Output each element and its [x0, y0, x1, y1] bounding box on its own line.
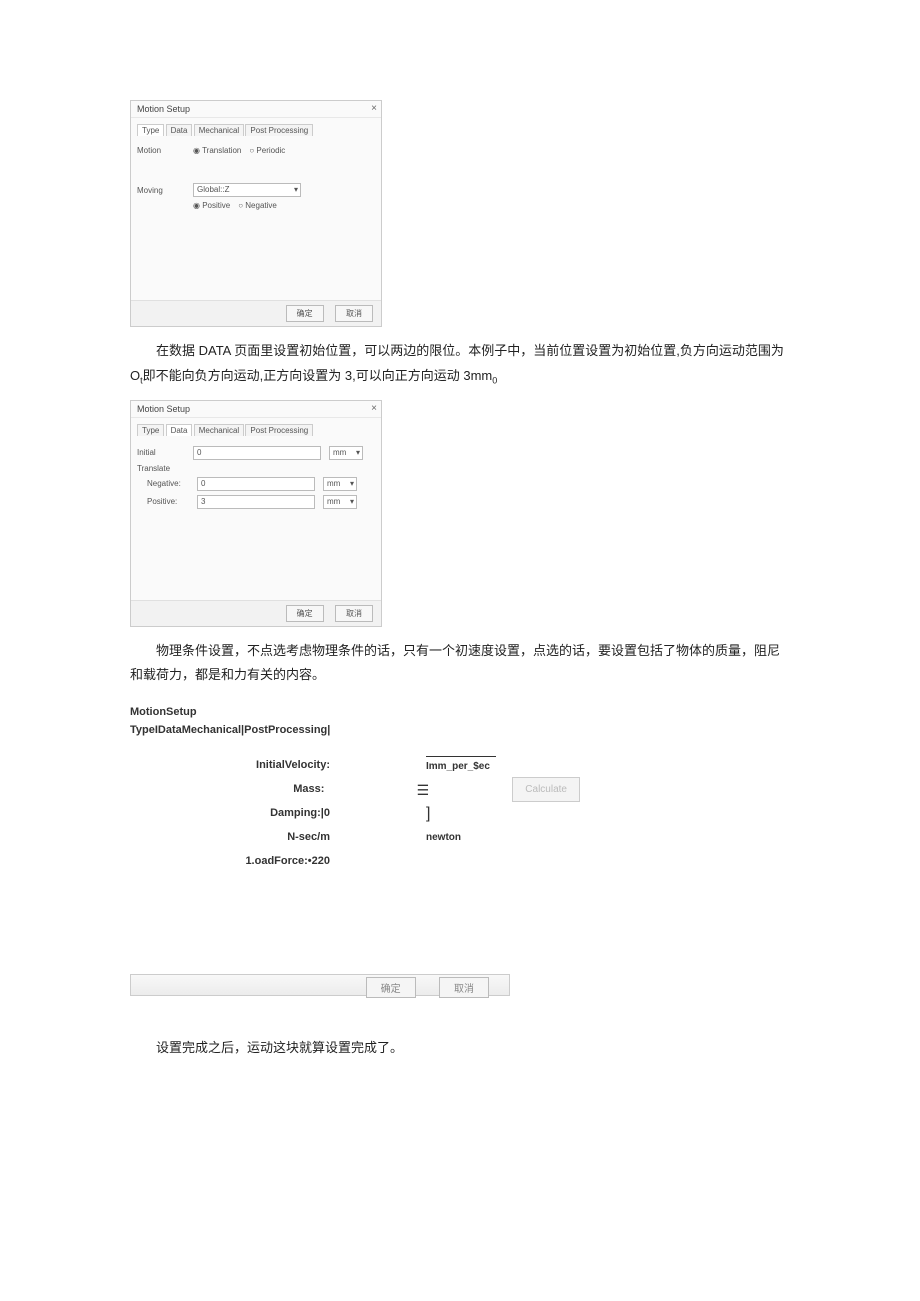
paragraph-1: 在数据 DATA 页面里设置初始位置，可以两边的限位。本例子中，当前位置设置为初… [130, 339, 790, 390]
loadforce-label: 1.oadForce:•220 [200, 851, 336, 872]
tab-mechanical[interactable]: Mechanical [194, 424, 244, 436]
negative-label: Negative: [147, 479, 189, 488]
nsec-label: N-sec/m [200, 827, 336, 848]
radio-periodic[interactable]: Periodic [249, 146, 285, 155]
positive-unit-dropdown[interactable]: mm [323, 495, 357, 509]
tab-postprocessing[interactable]: Post Processing [245, 124, 313, 136]
damping-label: Damping:|0 [200, 803, 336, 824]
initial-label: Initial [137, 448, 185, 457]
newton-label: newton [426, 828, 526, 847]
tab-mechanical[interactable]: Mechanical [194, 124, 244, 136]
mass-label: Mass: [200, 779, 330, 800]
moving-label: Moving [137, 186, 185, 195]
negative-input[interactable]: 0 [197, 477, 315, 491]
mechanical-heading: MotionSetup [130, 706, 790, 718]
dialog-footer: 确定 取消 [131, 300, 381, 326]
mechanical-footer: 确定 取消 [130, 974, 510, 996]
translate-label: Translate [137, 464, 170, 473]
mechanical-tabs-text: TypeIDataMechanical|PostProcessing| [130, 724, 790, 736]
motion-label: Motion [137, 146, 185, 155]
cancel-button[interactable]: 取消 [439, 977, 489, 998]
moving-dropdown[interactable]: Global::Z [193, 183, 301, 197]
tab-data[interactable]: Data [166, 424, 193, 436]
tab-type[interactable]: Type [137, 124, 164, 136]
paragraph-3: 设置完成之后，运动这块就算设置完成了。 [130, 1036, 790, 1061]
dialog-title: Motion Setup [131, 101, 381, 118]
dialog-title: Motion Setup [131, 401, 381, 418]
mechanical-settings: InitialVelocity: Imm_per_$ec Mass: ☰ Cal… [200, 754, 580, 874]
close-icon[interactable]: × [371, 103, 377, 114]
ok-button[interactable]: 确定 [286, 605, 324, 622]
tab-type[interactable]: Type [137, 424, 164, 436]
motion-setup-dialog-data: Motion Setup × Type Data Mechanical Post… [130, 400, 382, 627]
cancel-button[interactable]: 取消 [335, 605, 373, 622]
dialog-footer: 确定 取消 [131, 600, 381, 626]
dialog-tabs: Type Data Mechanical Post Processing [137, 122, 375, 142]
initial-velocity-unit: Imm_per_$ec [426, 756, 496, 776]
tab-data[interactable]: Data [166, 124, 193, 136]
negative-unit-dropdown[interactable]: mm [323, 477, 357, 491]
ok-button[interactable]: 确定 [286, 305, 324, 322]
ok-button[interactable]: 确定 [366, 977, 416, 998]
dialog-tabs: Type Data Mechanical Post Processing [137, 422, 375, 442]
paragraph-2: 物理条件设置，不点选考虑物理条件的话，只有一个初速度设置，点选的话，要设置包括了… [130, 639, 790, 688]
positive-label: Positive: [147, 497, 189, 506]
radio-negative[interactable]: Negative [238, 201, 277, 210]
cancel-button[interactable]: 取消 [335, 305, 373, 322]
tab-postprocessing[interactable]: Post Processing [245, 424, 313, 436]
radio-translation[interactable]: Translation [193, 146, 241, 155]
initial-input[interactable]: 0 [193, 446, 321, 460]
motion-setup-dialog-type: Motion Setup × Type Data Mechanical Post… [130, 100, 382, 327]
bracket-icon: ] [426, 799, 526, 829]
initial-unit-dropdown[interactable]: mm [329, 446, 363, 460]
initial-velocity-label: InitialVelocity: [200, 755, 336, 776]
close-icon[interactable]: × [371, 403, 377, 414]
radio-positive[interactable]: Positive [193, 201, 230, 210]
positive-input[interactable]: 3 [197, 495, 315, 509]
